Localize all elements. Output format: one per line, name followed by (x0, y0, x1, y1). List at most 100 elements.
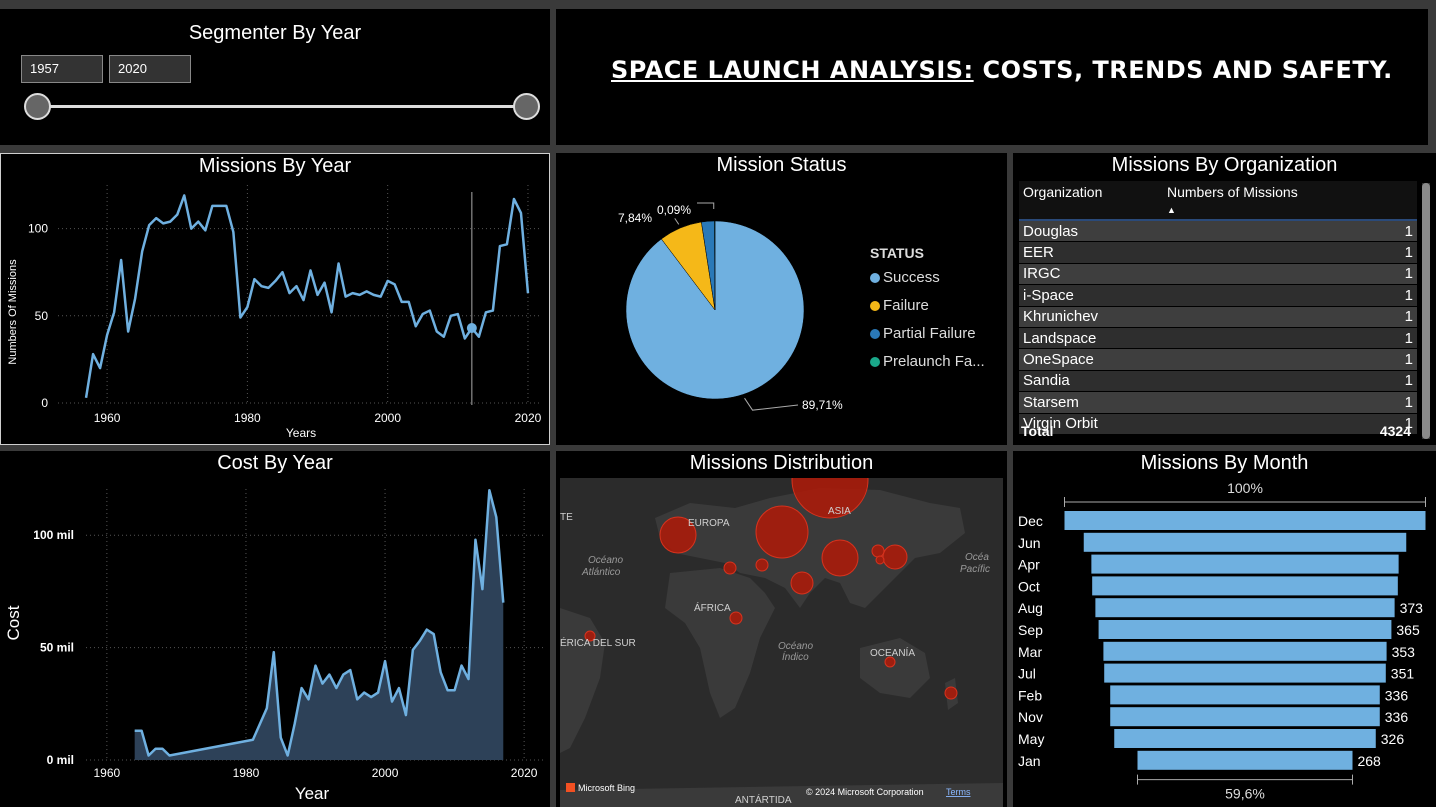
year-from-input[interactable]: 1957 (21, 55, 103, 83)
org-name-cell: OneSpace (1019, 348, 1163, 371)
map-label-te: TE (560, 512, 573, 523)
org-name-cell: Douglas (1019, 220, 1163, 243)
missions-count-cell: 1 (1163, 306, 1417, 328)
bubble-korea[interactable] (871, 544, 885, 558)
org-table-scrollbar-thumb[interactable] (1422, 183, 1430, 439)
legend-item[interactable]: Success (870, 269, 940, 286)
org-name-cell: EER (1019, 241, 1163, 264)
missions-by-month-funnel-chart[interactable]: 100% Dec Jun Apr Oct Aug 373 Sep 365 Mar 353 Jul 351… (1013, 451, 1436, 807)
table-row[interactable]: IRGC 1 (1019, 263, 1417, 286)
bubble-iran[interactable] (755, 558, 769, 572)
bubble-japan[interactable] (882, 544, 908, 570)
missions-count-cell: 1 (1163, 370, 1417, 393)
microsoft-logo-icon (566, 783, 575, 792)
missions-count-cell: 1 (1163, 241, 1417, 264)
map-label-europa: EUROPA (688, 518, 730, 529)
legend-item[interactable]: Prelaunch Fa... (870, 353, 985, 370)
missions-line-series[interactable] (84, 194, 530, 398)
bubble-israel[interactable] (723, 561, 737, 575)
month-label: Jan (1018, 753, 1041, 769)
map-label-oceania: OCEANÍA (870, 646, 915, 659)
map-label-asia: ASIA (828, 506, 851, 517)
org-table-scrollbar[interactable] (1422, 183, 1430, 439)
bubble-china[interactable] (821, 539, 859, 577)
year-slider-track[interactable] (38, 105, 528, 108)
year-slider-start-handle[interactable] (24, 93, 51, 120)
month-label: Nov (1018, 709, 1043, 725)
cost-by-year-chart[interactable]: 1960 1980 2000 20200 mil50 mil100 milYearCo… (0, 451, 550, 807)
funnel-bar-jun[interactable] (1083, 532, 1407, 552)
y-tick-label: 50 mil (40, 641, 74, 655)
year-to-input[interactable]: 2020 (109, 55, 191, 83)
funnel-bar-jan[interactable] (1137, 750, 1353, 770)
missions-by-org-title: Missions By Organization (1111, 154, 1338, 176)
funnel-bar-oct[interactable] (1092, 576, 1398, 596)
sort-ascending-icon: ▲ (1167, 205, 1176, 215)
missions-by-month-panel[interactable]: Missions By Month 100% Dec Jun Apr Oct Aug 373… (1013, 451, 1436, 807)
bubble-india[interactable] (790, 571, 814, 595)
funnel-bar-aug[interactable] (1095, 598, 1395, 618)
bar-data-label: 336 (1385, 709, 1409, 725)
org-column-header[interactable]: Organization (1019, 181, 1163, 221)
funnel-bar-may[interactable] (1114, 729, 1376, 748)
y-axis-title: Numbers Of Missions (7, 259, 19, 365)
month-label: Jul (1018, 666, 1036, 682)
month-label: Mar (1018, 644, 1042, 660)
legend-item[interactable]: Partial Failure (870, 325, 976, 342)
map-label-antarctica: ANTÁRTIDA (735, 793, 792, 806)
missions-column-header[interactable]: Numbers of Missions ▲ (1163, 181, 1417, 221)
pie-data-label: 89,71% (802, 398, 843, 412)
missions-by-year-chart[interactable]: 1960 1980 2000 2020 0 50 100 Years Numbers Of Mi… (1, 154, 549, 444)
mission-status-panel[interactable]: Mission Status 89,71% 7,84% 0,09% STATUS S… (556, 153, 1007, 445)
y-tick-label: 0 (41, 396, 48, 410)
org-table[interactable]: Organization Numbers of Missions ▲ Dougla… (1019, 181, 1417, 435)
table-row[interactable]: EER 1 (1019, 241, 1417, 264)
funnel-bar-sep[interactable] (1098, 620, 1392, 639)
data-point[interactable] (466, 323, 477, 334)
missions-distribution-panel[interactable]: Missions Distribution TE EUROPA ASIA ÁFR… (556, 451, 1007, 807)
x-tick-label: 2020 (511, 766, 538, 780)
legend-label: Failure (883, 297, 929, 314)
funnel-bar-nov[interactable] (1110, 707, 1380, 727)
bubble-taiwan[interactable] (875, 555, 885, 565)
missions-by-year-panel[interactable]: Missions By Year 1960 1980 2000 2020 0 50 100 Y… (0, 153, 550, 445)
funnel-bar-apr[interactable] (1091, 554, 1399, 574)
mission-status-pie-chart[interactable]: 89,71% 7,84% 0,09% (556, 153, 1007, 445)
funnel-bar-jul[interactable] (1104, 663, 1386, 683)
map-terms-link[interactable]: Terms (946, 787, 971, 797)
org-name-cell: Starsem (1019, 391, 1163, 414)
page-title-rest: COSTS, TRENDS AND SAFETY. (973, 56, 1393, 84)
table-row[interactable]: Starsem 1 (1019, 391, 1417, 414)
missions-distribution-title: Missions Distribution (689, 452, 874, 474)
bar-data-label: 336 (1385, 687, 1409, 703)
legend-item[interactable]: Failure (870, 297, 929, 314)
bubble-russia[interactable] (755, 505, 809, 559)
org-name-cell: i-Space (1019, 284, 1163, 307)
month-label: Aug (1018, 600, 1043, 616)
funnel-bar-mar[interactable] (1103, 641, 1387, 661)
bar-data-label: 365 (1396, 622, 1420, 638)
y-tick-label: 50 (35, 309, 49, 323)
x-tick-label: 2000 (372, 766, 399, 780)
table-row[interactable]: Khrunichev 1 (1019, 306, 1417, 328)
missions-by-org-panel[interactable]: Missions By Organization Organization Nu… (1013, 153, 1436, 445)
table-row[interactable]: Landspace 1 (1019, 327, 1417, 350)
cost-by-year-panel[interactable]: Cost By Year 1960 1980 2000 2020 0 mil 50 mil… (0, 451, 550, 807)
table-row[interactable]: Sandia 1 (1019, 370, 1417, 393)
table-row[interactable]: i-Space 1 (1019, 284, 1417, 307)
x-axis-title: Years (286, 426, 316, 440)
total-label: Total (1021, 423, 1054, 439)
x-tick-label: 2000 (374, 411, 401, 425)
bubble-new-zealand[interactable] (944, 686, 958, 700)
table-row[interactable]: OneSpace 1 (1019, 348, 1417, 371)
top-percent-label: 100% (1227, 480, 1263, 496)
pie-data-label: 7,84% (618, 211, 652, 225)
funnel-bar-dec[interactable] (1064, 511, 1426, 530)
funnel-bar-feb[interactable] (1110, 685, 1380, 705)
year-slider-end-handle[interactable] (513, 93, 540, 120)
world-map[interactable]: TE EUROPA ASIA ÁFRICA ÉRICA DEL SUR OCEA… (560, 478, 1003, 807)
legend-marker-icon (870, 357, 880, 367)
table-row[interactable]: Douglas 1 (1019, 220, 1417, 243)
bubble-kenya[interactable] (729, 611, 743, 625)
pie-data-label: 0,09% (657, 203, 691, 217)
